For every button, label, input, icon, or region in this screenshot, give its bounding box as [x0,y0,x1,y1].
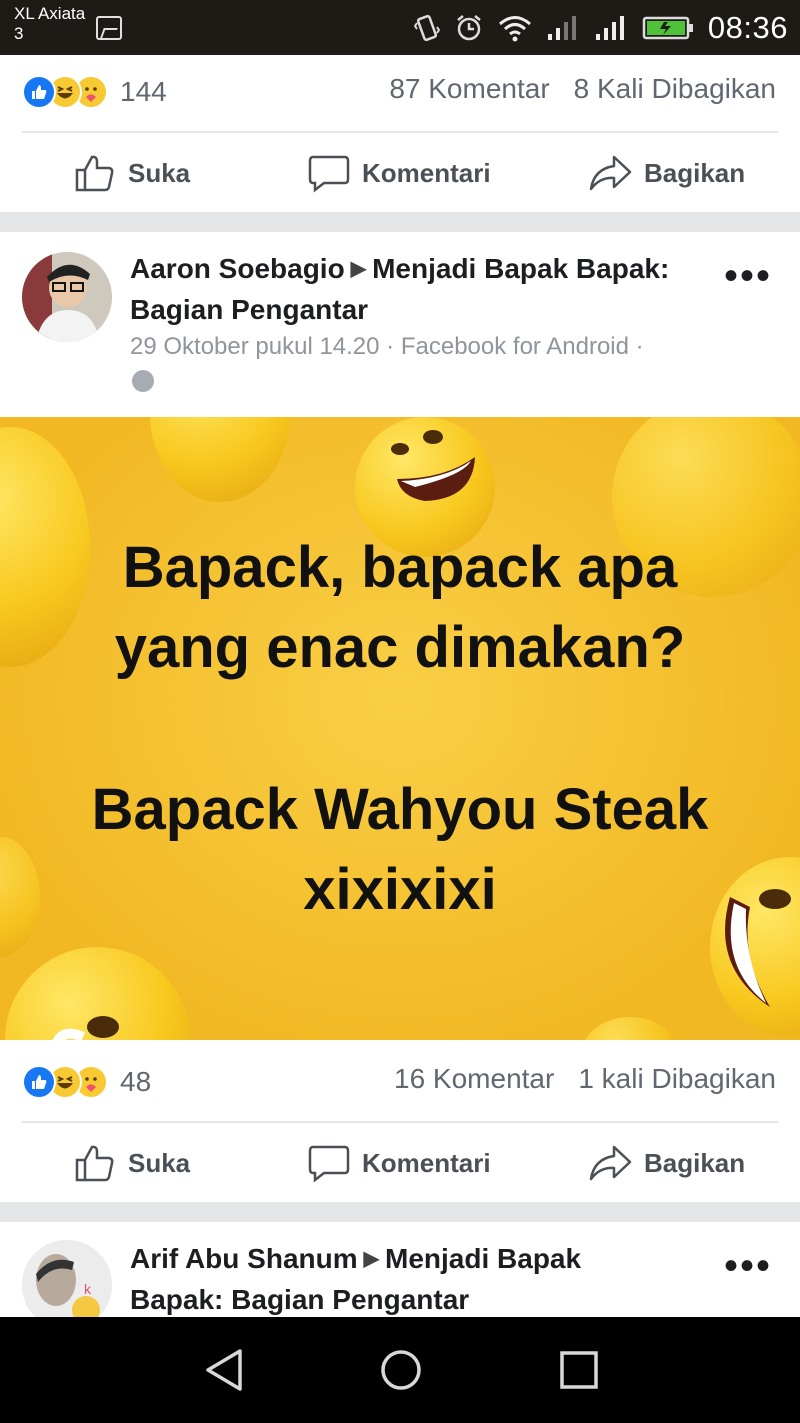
comment-label: Komentari [362,157,491,188]
image-text-line3: Bapack Wahyou Steak [91,777,709,842]
post-separator [0,1202,800,1222]
comment-icon [308,155,350,193]
more-icon[interactable]: ••• [724,256,772,296]
image-text-line2: yang enac dimakan? [114,615,686,680]
share-label: Bagikan [644,157,746,188]
post-stats: 144 87 Komentar 8 Kali Dibagikan [0,55,800,131]
like-icon [75,1145,114,1182]
vibrate-icon [413,14,440,42]
globe-icon [132,370,154,392]
post-separator [0,212,800,232]
author-name[interactable]: Arif Abu Shanum [130,1243,358,1274]
signal-icon [595,16,624,40]
post-actions: Suka Komentari Bagikan [0,1124,800,1202]
like-button[interactable]: Suka [74,1124,190,1202]
reactions-summary[interactable]: 144 [22,75,167,109]
like-label: Suka [128,1147,191,1178]
carrier-slot: 3 [14,24,24,43]
gallery-icon [96,16,122,40]
share-icon [589,1145,632,1181]
svg-text:k: k [84,1281,92,1297]
post-author-line: Aaron Soebagio ▶ Menjadi Bapak Bapak: Bagi… [130,250,720,329]
recents-icon[interactable] [558,1347,600,1393]
image-text-line1: Bapack, bapack apa [122,535,678,600]
author-name[interactable]: Aaron Soebagio [130,253,345,284]
like-reaction-icon [22,1065,56,1099]
wifi-icon [498,16,531,42]
comment-count[interactable]: 16 Komentar [394,1063,554,1095]
caret-right-icon: ▶ [350,258,367,280]
share-button[interactable]: Bagikan [588,1124,745,1202]
reaction-count: 48 [120,1066,152,1097]
post-stats: 48 16 Komentar 1 kali Dibagikan [0,1045,800,1121]
comment-label: Komentari [362,1147,491,1178]
like-button[interactable]: Suka [74,134,190,212]
comment-icon [308,1145,350,1183]
comment-button[interactable]: Komentari [308,1124,491,1202]
share-count[interactable]: 1 kali Dibagikan [578,1063,776,1095]
share-button[interactable]: Bagikan [588,134,745,212]
caret-right-icon: ▶ [363,1248,380,1270]
reaction-count: 144 [120,76,167,107]
battery-icon [642,16,693,40]
navigation-bar [0,1317,800,1423]
reactions-summary[interactable]: 48 [22,1065,151,1099]
post-meta[interactable]: 29 Oktober pukul 14.20 · Facebook for An… [130,333,644,361]
share-icon [589,155,632,191]
post-author-line: Arif Abu Shanum ▶ Menjadi Bapak Bapak: Bag… [130,1240,720,1319]
like-icon [75,155,114,192]
share-count[interactable]: 8 Kali Dibagikan [574,73,776,105]
post-image[interactable]: Bapack, bapack apa yang enac dimakan? Ba… [0,417,800,1040]
like-label: Suka [128,157,191,188]
like-reaction-icon [22,75,56,109]
signal-icon [547,16,576,40]
group-name-part2[interactable]: Bapak: Bagian Pengantar [130,1284,469,1315]
laughing-emoji-icon [5,947,190,1040]
carrier-label: XL Axiata 3 [14,4,85,44]
image-text-line4: xixixixi [303,857,497,922]
divider [22,131,778,133]
home-icon[interactable] [378,1347,424,1393]
clock: 08:36 [707,10,788,45]
avatar[interactable] [22,252,112,342]
carrier-name: XL Axiata [14,4,86,23]
comment-count[interactable]: 87 Komentar [389,73,549,105]
back-icon[interactable] [202,1347,244,1393]
more-icon[interactable]: ••• [724,1246,772,1286]
alarm-icon [457,15,481,41]
share-label: Bagikan [644,1147,746,1178]
comment-button[interactable]: Komentari [308,134,491,212]
divider [22,1121,778,1123]
post-actions: Suka Komentari Bagikan [0,134,800,212]
group-name-part1[interactable]: Menjadi Bapak [385,1243,581,1274]
status-bar: XL Axiata 3 08:36 [0,0,800,55]
